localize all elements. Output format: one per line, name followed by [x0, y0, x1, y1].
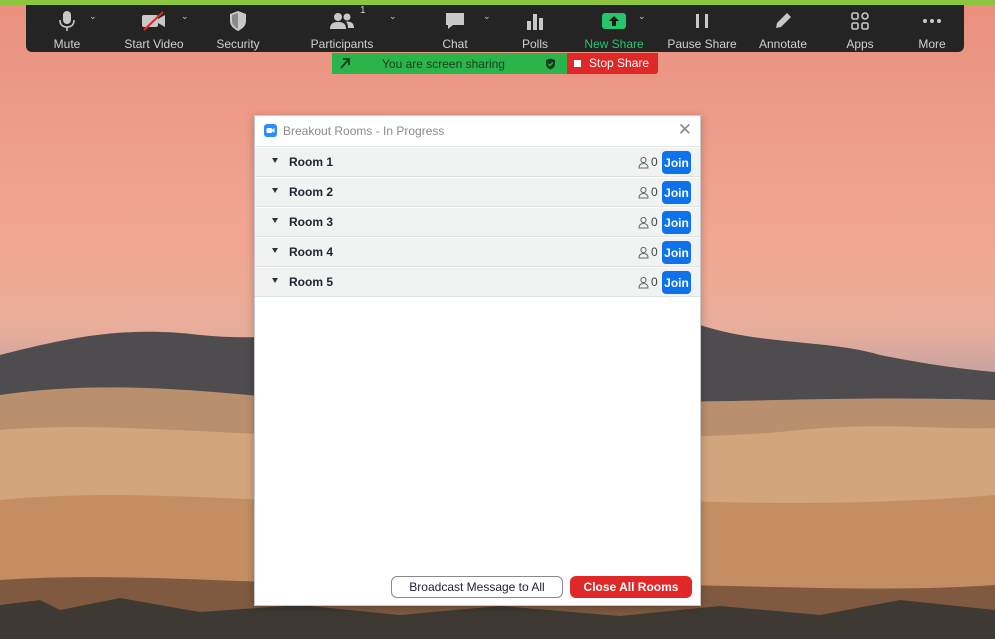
person-icon: [638, 246, 649, 259]
room-row[interactable]: Room 3 0 Join: [255, 208, 700, 237]
dialog-title-bar[interactable]: Breakout Rooms - In Progress ✕: [255, 116, 700, 147]
screen-sharing-status: You are screen sharing: [382, 57, 505, 71]
participants-count-badge: 1: [360, 5, 366, 16]
pause-icon: [689, 9, 715, 33]
breakout-rooms-dialog: Breakout Rooms - In Progress ✕ Room 1 0 …: [254, 115, 701, 606]
room-name: Room 2: [289, 185, 334, 199]
room-row[interactable]: Room 2 0 Join: [255, 178, 700, 207]
join-room-button[interactable]: Join: [662, 181, 691, 204]
screen-sharing-banner[interactable]: You are screen sharing: [332, 53, 568, 74]
room-participant-count: 0: [651, 185, 658, 199]
room-participant-count: 0: [651, 245, 658, 259]
polls-button[interactable]: Polls: [520, 5, 550, 52]
meeting-toolbar: Mute ⌄ Start Video ⌄ Security Participan…: [26, 5, 964, 52]
pause-share-label: Pause Share: [667, 37, 737, 51]
mute-options-chevron-down-icon[interactable]: ⌄: [89, 11, 97, 22]
security-label: Security: [216, 37, 260, 51]
broadcast-message-button[interactable]: Broadcast Message to All: [391, 576, 563, 598]
room-row[interactable]: Room 5 0 Join: [255, 268, 700, 297]
bar-chart-icon: [522, 9, 548, 33]
expand-arrow-icon[interactable]: [272, 188, 278, 193]
room-name: Room 1: [289, 155, 334, 169]
room-name: Room 3: [289, 215, 334, 229]
room-row[interactable]: Room 4 0 Join: [255, 238, 700, 267]
room-name: Room 5: [289, 275, 334, 289]
drag-handle-icon: [340, 58, 350, 69]
dialog-title: Breakout Rooms - In Progress: [283, 124, 445, 138]
room-name: Room 4: [289, 245, 334, 259]
participants-options-chevron-down-icon[interactable]: ⌄: [389, 11, 397, 22]
room-participant-count: 0: [651, 275, 658, 289]
chat-options-chevron-down-icon[interactable]: ⌄: [483, 11, 491, 22]
participants-label: Participants: [310, 37, 374, 51]
person-icon: [638, 216, 649, 229]
apps-button[interactable]: Apps: [844, 5, 876, 52]
stop-share-button[interactable]: Stop Share: [567, 53, 658, 74]
room-row[interactable]: Room 1 0 Join: [255, 148, 700, 177]
apps-grid-icon: [847, 9, 873, 33]
stop-square-icon: [574, 60, 581, 67]
pause-share-button[interactable]: Pause Share: [667, 5, 737, 52]
more-button[interactable]: More: [914, 5, 950, 52]
pencil-icon: [770, 9, 796, 33]
mute-label: Mute: [53, 37, 81, 51]
join-room-button[interactable]: Join: [662, 241, 691, 264]
chat-bubble-icon: [442, 9, 468, 33]
expand-arrow-icon[interactable]: [272, 158, 278, 163]
join-room-button[interactable]: Join: [662, 271, 691, 294]
new-share-label: New Share: [584, 37, 644, 51]
shield-icon: [225, 9, 251, 33]
chat-button[interactable]: Chat: [438, 5, 472, 52]
zoom-camera-icon: [264, 124, 277, 137]
polls-label: Polls: [521, 37, 548, 51]
person-icon: [638, 186, 649, 199]
participants-icon: [329, 9, 355, 33]
person-icon: [638, 156, 649, 169]
annotate-button[interactable]: Annotate: [757, 5, 809, 52]
room-participant-count: 0: [651, 215, 658, 229]
start-video-label: Start Video: [124, 37, 184, 51]
video-options-chevron-down-icon[interactable]: ⌄: [181, 11, 189, 22]
join-room-button[interactable]: Join: [662, 151, 691, 174]
apps-label: Apps: [846, 37, 874, 51]
security-button[interactable]: Security: [213, 5, 263, 52]
mute-button[interactable]: Mute: [48, 5, 86, 52]
close-all-rooms-button[interactable]: Close All Rooms: [570, 576, 692, 598]
video-off-icon: [141, 9, 167, 33]
share-options-chevron-down-icon[interactable]: ⌄: [638, 11, 646, 22]
room-participant-count: 0: [651, 155, 658, 169]
close-icon[interactable]: ✕: [678, 121, 692, 138]
expand-arrow-icon[interactable]: [272, 278, 278, 283]
chat-label: Chat: [442, 37, 468, 51]
new-share-button[interactable]: New Share: [583, 5, 645, 52]
stop-share-label: Stop Share: [589, 56, 650, 70]
expand-arrow-icon[interactable]: [272, 218, 278, 223]
start-video-button[interactable]: Start Video: [124, 5, 184, 52]
join-room-button[interactable]: Join: [662, 211, 691, 234]
more-label: More: [918, 37, 946, 51]
person-icon: [638, 276, 649, 289]
expand-arrow-icon[interactable]: [272, 248, 278, 253]
annotate-label: Annotate: [758, 37, 808, 51]
microphone-icon: [54, 9, 80, 33]
encryption-shield-icon: [546, 58, 555, 70]
more-dots-icon: [919, 9, 945, 33]
share-screen-arrow-up-icon: [601, 9, 627, 33]
